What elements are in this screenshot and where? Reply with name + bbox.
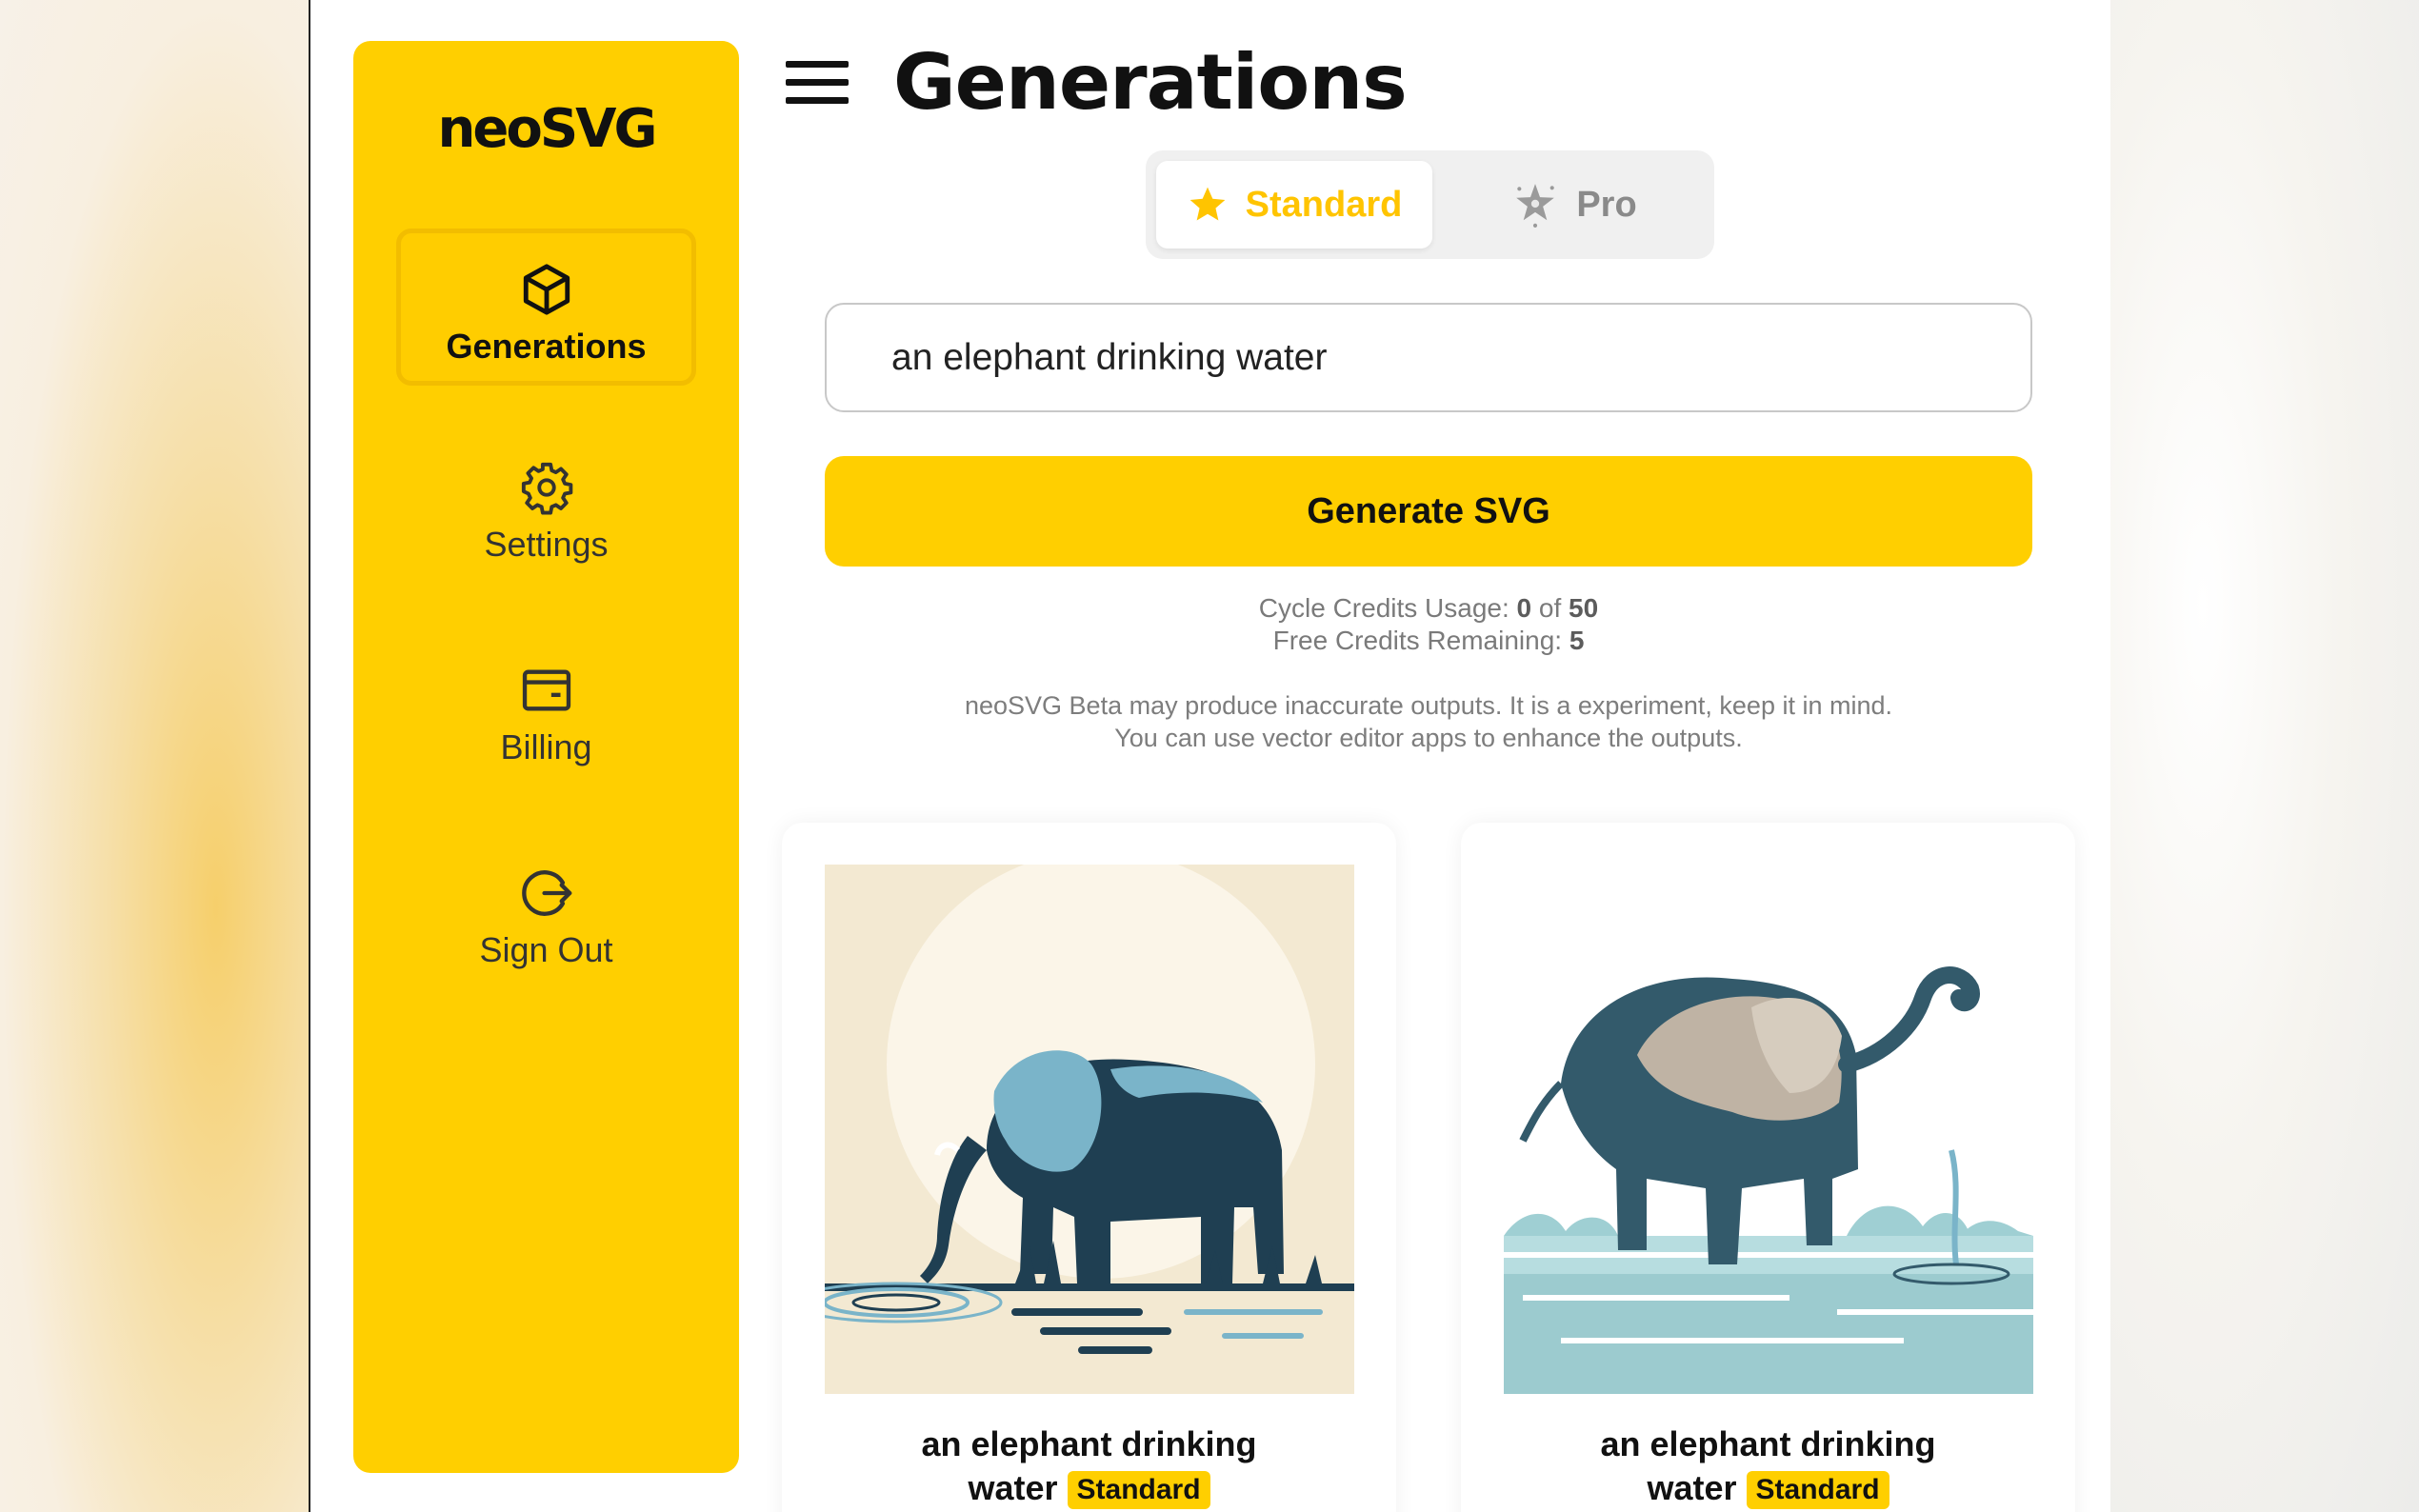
gear-icon: [521, 462, 572, 515]
generation-title-line-2-row: water Standard: [1461, 1466, 2075, 1510]
background-blur-left: [0, 0, 309, 1512]
cycle-credits-label: Cycle Credits Usage:: [1258, 593, 1509, 623]
generation-card[interactable]: an elephant drinking water Standard: [782, 823, 1396, 1512]
sidebar-item-settings[interactable]: Settings: [396, 431, 696, 588]
generated-svg-image[interactable]: [825, 865, 1354, 1394]
sidebar-item-label: Generations: [446, 327, 647, 366]
generation-title-line-1: an elephant drinking: [921, 1424, 1257, 1463]
mode-badge: Standard: [1746, 1471, 1889, 1510]
sidebar-item-sign-out[interactable]: Sign Out: [396, 837, 696, 994]
cycle-credits-total: 50: [1569, 593, 1599, 623]
sidebar-item-label: Sign Out: [479, 930, 613, 969]
sidebar-item-generations[interactable]: Generations: [396, 229, 696, 386]
generation-title: an elephant drinking water Standard: [782, 1422, 1396, 1510]
generation-title: an elephant drinking water Standard: [1461, 1422, 2075, 1510]
hamburger-menu-icon[interactable]: [786, 61, 849, 107]
generated-svg-image[interactable]: [1504, 865, 2033, 1394]
sign-out-icon: [521, 870, 571, 916]
free-credits-label: Free Credits Remaining:: [1272, 626, 1563, 655]
app-logo[interactable]: neoSVG: [353, 98, 739, 160]
generate-svg-button[interactable]: Generate SVG: [825, 456, 2032, 567]
toggle-standard-label: Standard: [1245, 184, 1403, 225]
sidebar: neoSVG Generations Settings Billing Sign…: [353, 41, 739, 1473]
toggle-standard[interactable]: Standard: [1156, 161, 1432, 249]
disclaimer-line-2: You can use vector editor apps to enhanc…: [1114, 724, 1743, 752]
disclaimer-line-1: neoSVG Beta may produce inaccurate outpu…: [964, 691, 1893, 720]
free-credits-remaining: 5: [1569, 626, 1585, 655]
generation-title-line-1: an elephant drinking: [1600, 1424, 1936, 1463]
sparkle-star-icon: [1516, 184, 1555, 228]
toggle-pro[interactable]: Pro: [1441, 161, 1708, 249]
page-title: Generations: [893, 38, 1408, 127]
app-window: neoSVG Generations Settings Billing Sign…: [309, 0, 2110, 1512]
sidebar-item-label: Settings: [484, 525, 609, 564]
beta-disclaimer: neoSVG Beta may produce inaccurate outpu…: [825, 689, 2032, 754]
prompt-input[interactable]: [825, 303, 2032, 412]
generation-title-line-2: water: [968, 1468, 1058, 1507]
generation-title-line-2: water: [1647, 1468, 1737, 1507]
credits-info: Cycle Credits Usage: 0 of 50 Free Credit…: [825, 592, 2032, 657]
free-credits-line: Free Credits Remaining: 5: [825, 625, 2032, 657]
mode-toggle: Standard Pro: [1146, 150, 1714, 259]
cube-icon: [523, 264, 570, 315]
sidebar-item-billing[interactable]: Billing: [396, 634, 696, 791]
toggle-pro-label: Pro: [1576, 184, 1637, 225]
generation-title-line-2-row: water Standard: [782, 1466, 1396, 1510]
cycle-credits-line: Cycle Credits Usage: 0 of 50: [825, 592, 2032, 625]
wallet-icon: [522, 669, 570, 711]
sidebar-item-label: Billing: [500, 727, 592, 766]
star-icon: [1190, 187, 1225, 221]
background-blur-right: [2110, 0, 2419, 1512]
cycle-credits-used: 0: [1516, 593, 1532, 623]
generation-card[interactable]: an elephant drinking water Standard: [1461, 823, 2075, 1512]
of-label: of: [1538, 593, 1562, 623]
mode-badge: Standard: [1067, 1471, 1210, 1510]
